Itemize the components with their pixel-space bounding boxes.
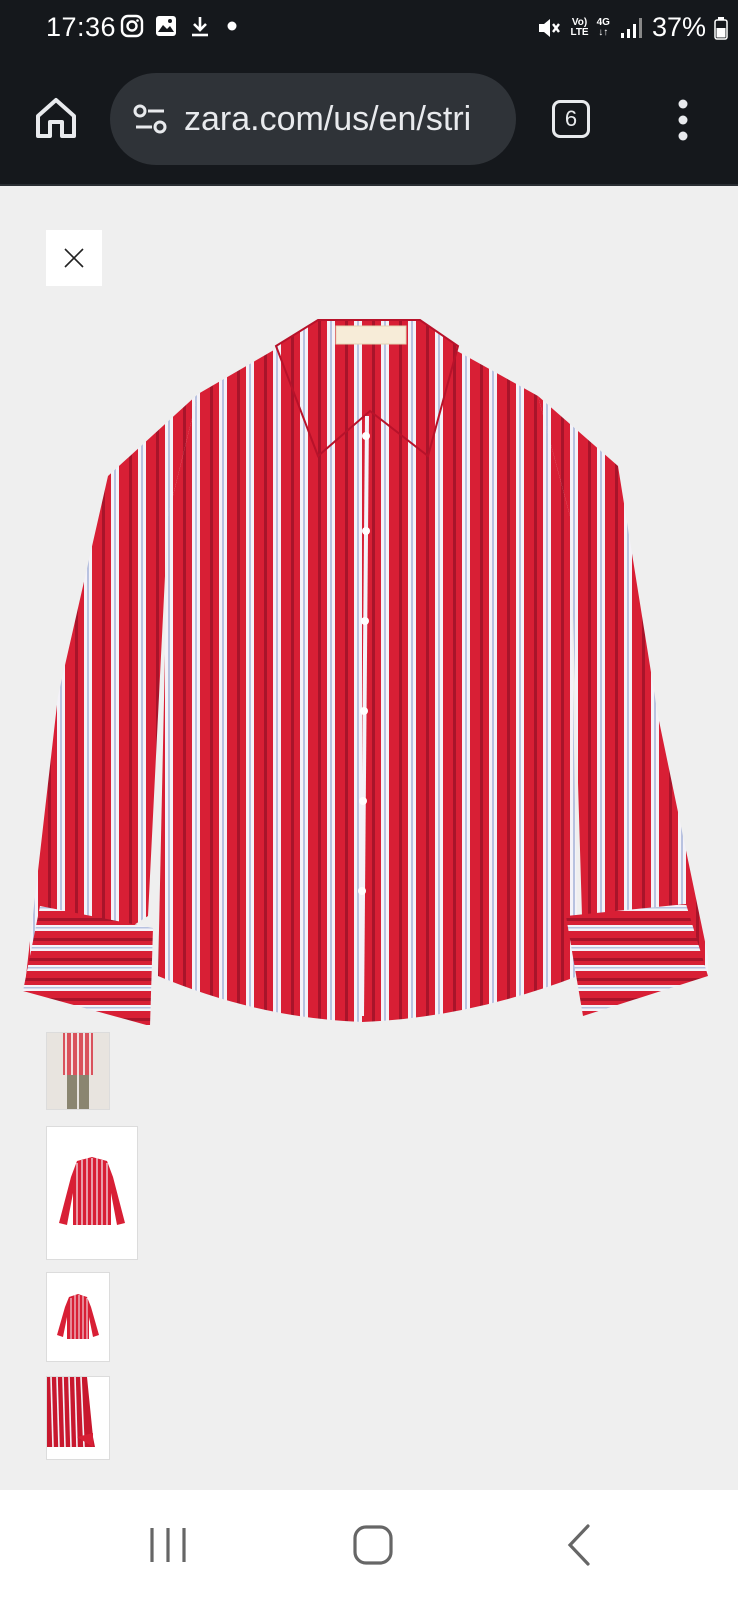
thumbnail-shirt-front[interactable] [46, 1126, 138, 1260]
system-navigation-bar [0, 1490, 738, 1600]
instagram-icon [120, 14, 144, 38]
recent-apps-icon[interactable] [143, 1520, 193, 1570]
browser-toolbar: zara.com/us/en/stri 6 [0, 60, 738, 186]
shirt-front-thumbnail [47, 1127, 137, 1259]
volte-indicator: Vo) LTE [570, 16, 589, 38]
address-bar[interactable]: zara.com/us/en/stri [110, 73, 516, 165]
network-indicator: 4G ↓↑ [596, 16, 610, 38]
system-icons: Vo) LTE 4G ↓↑ 37% [536, 12, 728, 43]
battery-percent: 37% [651, 12, 706, 42]
status-bar: 17:36 Vo) LTE 4G ↓↑ 37% [0, 0, 738, 60]
close-button[interactable] [46, 230, 102, 286]
battery-icon [714, 16, 728, 40]
more-menu-icon[interactable] [668, 96, 698, 144]
thumbnail-fabric-detail[interactable] [46, 1376, 110, 1460]
product-gallery [0, 186, 738, 1490]
url-text[interactable]: zara.com/us/en/stri [184, 100, 504, 139]
tab-switcher-button[interactable]: 6 [552, 100, 590, 138]
close-icon [64, 248, 84, 268]
home-button-icon[interactable] [348, 1520, 398, 1570]
data-arrows-icon: ↓↑ [598, 26, 609, 38]
striped-shirt-image[interactable] [18, 316, 720, 1036]
download-icon [192, 17, 208, 37]
back-icon[interactable] [556, 1520, 606, 1570]
thumbnail-model-back[interactable] [46, 1032, 110, 1110]
gallery-icon [156, 16, 176, 36]
signal-icon [620, 17, 642, 38]
mute-icon [539, 18, 561, 37]
status-time: 17:36 [46, 12, 117, 42]
volte-top: Vo) [571, 16, 588, 28]
home-icon[interactable] [32, 94, 80, 142]
thumbnail-shirt-small[interactable] [46, 1272, 110, 1362]
notification-icons [120, 14, 242, 38]
model-back-view-thumbnail [47, 1033, 109, 1109]
dot-icon [227, 21, 237, 31]
shirt-small-thumbnail [47, 1273, 109, 1361]
site-settings-icon[interactable] [130, 99, 170, 139]
volte-bottom: LTE [570, 26, 589, 38]
network-type: 4G [596, 16, 610, 28]
fabric-detail-thumbnail [47, 1377, 109, 1459]
